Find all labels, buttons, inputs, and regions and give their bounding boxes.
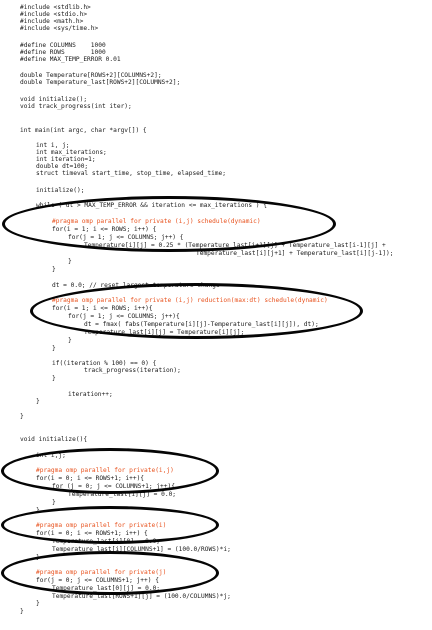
code-line: #include <math.h> xyxy=(20,18,84,25)
code-line: track_progress(iteration); xyxy=(84,367,181,374)
code-line: } xyxy=(52,266,56,273)
code-line: } xyxy=(20,413,24,420)
code-line: #include <stdio.h> xyxy=(20,11,88,18)
code-line: initialize(); xyxy=(36,187,85,194)
code-document: #include <stdlib.h> #include <stdio.h> #in… xyxy=(0,0,432,630)
annotation-ellipse-init-pragma-j xyxy=(1,551,219,595)
annotation-ellipse-while-loop xyxy=(2,196,336,252)
code-line: void initialize(){ xyxy=(20,436,88,443)
code-line: int main(int argc, char *argv[]) { xyxy=(20,127,147,134)
code-line: Temperature_last[i][j+1] + Temperature_l… xyxy=(196,250,394,257)
code-line: #define COLUMNS 1000 xyxy=(20,42,106,49)
code-line: double Temperature[ROWS+2][COLUMNS+2]; xyxy=(20,72,162,79)
code-line: } xyxy=(20,608,24,615)
annotation-ellipse-init-pragma-ij xyxy=(1,448,219,494)
code-line: #define ROWS 1000 xyxy=(20,49,106,56)
code-line: } xyxy=(36,600,40,607)
annotation-ellipse-reduction-pragma xyxy=(30,283,363,339)
code-line: } xyxy=(68,258,72,265)
code-line: struct timeval start_time, stop_time, el… xyxy=(36,170,226,177)
code-line: } xyxy=(52,345,56,352)
code-line: } xyxy=(36,398,40,405)
code-line: int iteration=1; xyxy=(36,156,96,163)
code-line: } xyxy=(52,499,56,506)
code-line: double Temperature_last[ROWS+2][COLUMNS+… xyxy=(20,79,181,86)
code-line: #include <sys/time.h> xyxy=(20,25,99,32)
code-line: } xyxy=(52,375,56,382)
code-line: #include <stdlib.h> xyxy=(20,4,91,11)
code-line: void initialize(); xyxy=(20,96,88,103)
code-line: int max_iterations; xyxy=(36,149,107,156)
code-line: #define MAX_TEMP_ERROR 0.01 xyxy=(20,56,121,63)
code-line: iteration++; xyxy=(68,391,113,398)
code-line: int i, j; xyxy=(36,142,70,149)
code-line: if((iteration % 100) == 0) { xyxy=(52,360,157,367)
annotation-ellipse-init-pragma-i xyxy=(1,506,219,544)
code-line: double dt=100; xyxy=(36,163,89,170)
code-line: } xyxy=(68,337,72,344)
code-line: void track_progress(int iter); xyxy=(20,103,132,110)
